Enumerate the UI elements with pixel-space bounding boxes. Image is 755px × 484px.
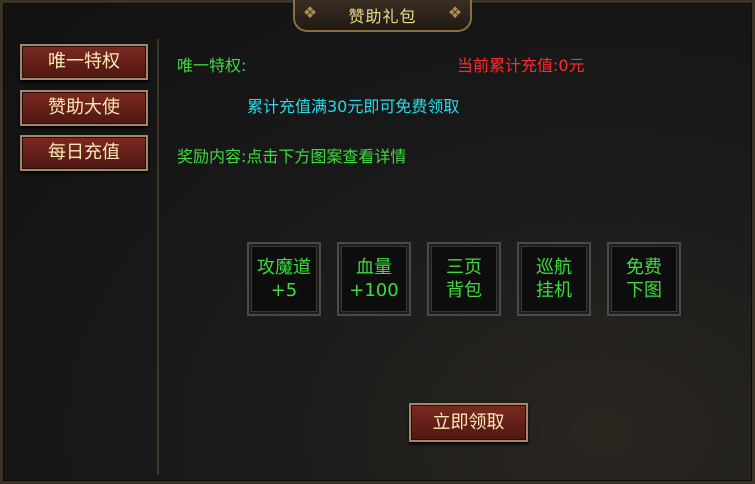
reward-item-free-dungeon[interactable]: 免费 下图: [607, 242, 681, 316]
reward-value: +100: [349, 280, 399, 301]
sidebar-item-sponsor-ambassador[interactable]: 赞助大使: [20, 90, 148, 126]
sidebar-item-exclusive-privilege[interactable]: 唯一特权: [20, 44, 148, 80]
reward-label: 三页: [446, 257, 482, 278]
content-panel: 唯一特权: 当前累计充值:0元 累计充值满30元即可免费领取 奖励内容:点击下方…: [163, 39, 742, 471]
reward-item-backpack[interactable]: 三页 背包: [427, 242, 501, 316]
reward-label: 血量: [356, 257, 392, 278]
title-bar: ❖ 赞助礼包 ❖: [293, 0, 472, 32]
reward-item-hp[interactable]: 血量 +100: [337, 242, 411, 316]
sponsor-gift-window: ❖ 赞助礼包 ❖ 唯一特权 赞助大使 每日充值 唯一特权: 当前累计充值:0元 …: [0, 0, 755, 484]
sidebar-item-daily-recharge[interactable]: 每日充值: [20, 135, 148, 171]
total-recharge-text: 当前累计充值:0元: [457, 56, 585, 75]
reward-label: 攻魔道: [257, 257, 311, 278]
reward-item-auto-battle[interactable]: 巡航 挂机: [517, 242, 591, 316]
reward-value: 下图: [626, 280, 662, 301]
reward-value: 挂机: [536, 280, 572, 301]
title-ornament-right-icon: ❖: [447, 3, 463, 22]
title-ornament-left-icon: ❖: [302, 3, 318, 22]
reward-value: 背包: [446, 280, 482, 301]
reward-hint-text: 奖励内容:点击下方图案查看详情: [177, 147, 407, 166]
claim-button[interactable]: 立即领取: [409, 403, 528, 442]
requirement-text: 累计充值满30元即可免费领取: [247, 97, 460, 116]
reward-label: 免费: [626, 257, 662, 278]
reward-item-attack[interactable]: 攻魔道 +5: [247, 242, 321, 316]
section-label: 唯一特权:: [177, 56, 247, 75]
reward-label: 巡航: [536, 257, 572, 278]
reward-value: +5: [270, 280, 298, 301]
window-title: 赞助礼包: [348, 7, 417, 26]
sidebar: 唯一特权 赞助大使 每日充值: [17, 39, 159, 475]
